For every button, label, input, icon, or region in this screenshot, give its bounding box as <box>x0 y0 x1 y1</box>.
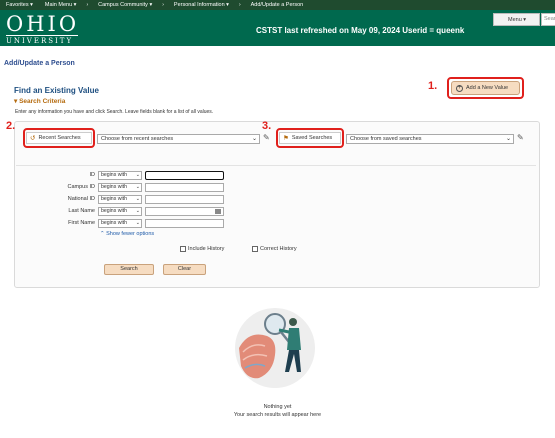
nav-favorites[interactable]: Favorites ▾ <box>0 2 39 8</box>
clear-button[interactable]: Clear <box>163 264 206 275</box>
empty-state-subtitle: Your search results will appear here <box>233 412 322 418</box>
lookup-icon[interactable] <box>215 209 221 214</box>
checkbox-box[interactable] <box>252 246 258 252</box>
header-banner: OHIO UNIVERSITY CSTST last refreshed on … <box>0 10 555 46</box>
chevron-down-icon: ⌄ <box>135 172 140 178</box>
plus-circle-icon: + <box>456 84 463 92</box>
campus-id-input[interactable] <box>145 183 224 192</box>
nav-main-menu[interactable]: Main Menu ▾ <box>39 2 83 8</box>
field-label-first-name: First Name <box>68 220 95 226</box>
breadcrumb-separator-icon: › <box>86 2 89 8</box>
national-id-operator-value: begins with <box>101 196 127 202</box>
chevron-down-icon: ⌄ <box>135 208 140 214</box>
field-label-id: ID <box>89 172 96 178</box>
breadcrumb-separator-icon: › <box>162 2 164 8</box>
include-history-checkbox[interactable]: Include History <box>180 246 224 252</box>
recent-searches-button[interactable]: ↺ Recent Searches <box>26 132 92 144</box>
campus-id-operator-value: begins with <box>101 184 127 190</box>
field-label-national-id: National ID <box>67 196 95 202</box>
empty-state-title: Nothing yet <box>263 404 292 410</box>
nav-personal-information[interactable]: Personal Information ▾ <box>168 2 235 8</box>
last-name-operator-value: begins with <box>101 208 127 214</box>
field-label-campus-id: Campus ID <box>67 184 95 190</box>
nav-campus-community[interactable]: Campus Community ▾ <box>92 2 158 8</box>
chevron-down-icon: ⌄ <box>135 220 140 226</box>
annotation-number-1: 1. <box>428 80 438 92</box>
menu-button[interactable]: Menu ▾ <box>493 13 540 26</box>
refresh-status-text: CSTST last refreshed on May 09, 2024 Use… <box>256 26 465 35</box>
edit-saved-pencil-icon[interactable]: ✎ <box>517 133 524 142</box>
checkbox-box[interactable] <box>180 246 186 252</box>
show-fewer-options-label: Show fewer options <box>106 231 155 237</box>
campus-id-operator-select[interactable]: begins with ⌄ <box>98 183 142 192</box>
id-input[interactable] <box>145 171 224 180</box>
chevron-down-icon: ⌄ <box>251 136 257 142</box>
last-name-operator-select[interactable]: begins with ⌄ <box>98 207 142 216</box>
logo-divider <box>6 35 78 36</box>
recent-searches-placeholder: Choose from recent searches <box>101 136 174 142</box>
saved-searches-button[interactable]: ⚑ Saved Searches <box>279 132 341 144</box>
show-fewer-options-link[interactable]: ⌃ Show fewer options <box>100 231 154 237</box>
correct-history-checkbox[interactable]: Correct History <box>252 246 297 252</box>
nav-main-menu-label: Main Menu <box>44 2 73 8</box>
edit-recent-pencil-icon[interactable]: ✎ <box>263 133 270 142</box>
search-criteria-toggle[interactable]: ▾ Search Criteria <box>14 97 65 105</box>
field-label-last-name: Last Name <box>68 208 95 214</box>
add-new-value-label: Add a New Value <box>466 85 509 91</box>
correct-history-label: Correct History <box>260 246 297 252</box>
logo-university: UNIVERSITY <box>6 37 74 45</box>
nav-campus-community-label: Campus Community <box>98 2 148 8</box>
nav-favorites-label: Favorites <box>6 2 29 8</box>
bookmark-icon: ⚑ <box>283 135 289 142</box>
search-hint-text: Enter any information you have and click… <box>15 109 214 115</box>
first-name-operator-select[interactable]: begins with ⌄ <box>98 219 142 228</box>
national-id-input[interactable] <box>145 195 224 204</box>
nav-add-update-person[interactable]: Add/Update a Person <box>245 2 310 8</box>
annotation-number-2: 2. <box>6 120 16 132</box>
saved-searches-placeholder: Choose from saved searches <box>350 136 422 142</box>
chevron-up-icon: ⌃ <box>100 231 105 237</box>
search-criteria-label: Search Criteria <box>19 98 66 105</box>
recent-searches-label: Recent Searches <box>38 135 81 141</box>
chevron-down-icon: ⌄ <box>135 196 140 202</box>
page-title: Add/Update a Person <box>4 60 75 67</box>
search-button[interactable]: Search <box>104 264 154 275</box>
saved-searches-dropdown[interactable]: Choose from saved searches ⌄ <box>346 134 514 144</box>
empty-results-illustration <box>235 308 315 388</box>
menu-button-label: Menu <box>508 16 522 23</box>
last-name-input[interactable] <box>145 207 224 216</box>
id-operator-select[interactable]: begins with ⌄ <box>98 171 142 180</box>
annotation-number-3: 3. <box>262 120 272 132</box>
logo-ohio: OHIO <box>6 12 80 36</box>
chevron-down-icon: ⌄ <box>135 184 140 190</box>
first-name-input[interactable] <box>145 219 224 228</box>
top-nav-bar: Favorites ▾ Main Menu ▾ › Campus Communi… <box>0 0 555 10</box>
add-new-value-button[interactable]: + Add a New Value <box>451 81 520 95</box>
nav-personal-information-label: Personal Information <box>173 2 225 8</box>
header-search-input[interactable]: Sear <box>541 13 555 26</box>
clock-history-icon: ↺ <box>30 135 36 142</box>
saved-searches-label: Saved Searches <box>291 135 333 141</box>
find-existing-title: Find an Existing Value <box>14 86 99 95</box>
first-name-operator-value: begins with <box>101 220 127 226</box>
include-history-label: Include History <box>188 246 225 252</box>
id-operator-value: begins with <box>101 172 127 178</box>
breadcrumb-separator-icon: › <box>238 2 241 8</box>
recent-searches-dropdown[interactable]: Choose from recent searches ⌄ <box>97 134 260 144</box>
chevron-down-icon: ▾ <box>523 16 527 23</box>
national-id-operator-select[interactable]: begins with ⌄ <box>98 195 142 204</box>
chevron-down-icon: ⌄ <box>505 136 511 142</box>
